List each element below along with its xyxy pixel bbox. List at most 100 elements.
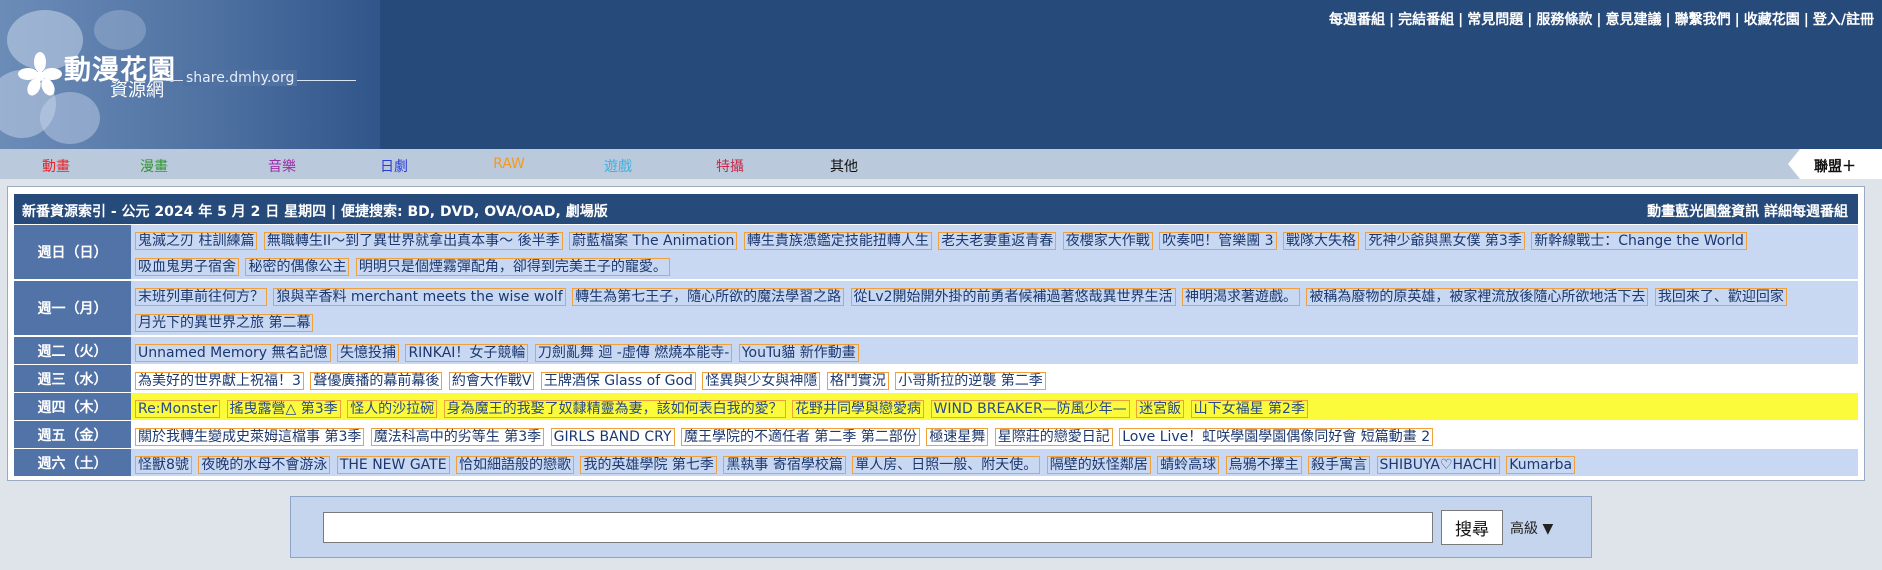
category-link[interactable]: RAW <box>459 156 559 172</box>
category-link[interactable]: 音樂 <box>232 156 332 176</box>
anime-link[interactable]: 隔壁的妖怪鄰居 <box>1046 456 1151 474</box>
union-button[interactable]: 聯盟＋ <box>1800 149 1882 179</box>
anime-link[interactable]: 失憶投捕 <box>337 344 399 362</box>
category-bar: 聯盟＋ 動畫 漫畫 音樂 日劇 RAW 遊戲 特攝 其他 <box>0 149 1882 179</box>
anime-link[interactable]: 身為魔王的我娶了奴隸精靈為妻，該如何表白我的愛？ <box>443 400 786 418</box>
site-header: 動漫花園 資源網 share.dmhy.org 每週番組 | 完結番組 | 常見問題 | 服… <box>0 0 1882 149</box>
anime-link[interactable]: 夜櫻家大作戰 <box>1062 232 1153 250</box>
anime-link[interactable]: 我的英雄學院 第七季 <box>580 456 717 474</box>
anime-link[interactable]: 轉生為第七王子，隨心所欲的魔法學習之路 <box>572 288 845 306</box>
advanced-search-toggle[interactable]: 高級 ▼ <box>1510 518 1553 538</box>
top-link[interactable]: 每週番組 <box>1329 12 1385 28</box>
anime-link[interactable]: 黑執事 寄宿學校篇 <box>723 456 846 474</box>
anime-link[interactable]: 恰如細語般的戀歌 <box>456 456 575 474</box>
schedule-header-right[interactable]: 動畫藍光圓盤資訊 詳細每週番組 <box>1647 201 1848 221</box>
day-label: 週三（水） <box>14 365 131 392</box>
anime-link[interactable]: 蔚藍檔案 The Animation <box>569 232 738 250</box>
day-items: 關於我轉生變成史萊姆這檔事 第3季 魔法科高中的劣等生 第3季 GIRLS BA… <box>135 424 1854 450</box>
top-link[interactable]: 收藏花園 <box>1744 12 1800 28</box>
schedule-header-left[interactable]: 新番資源索引 - 公元 2024 年 5 月 2 日 星期四 | 便捷搜索: B… <box>22 201 608 221</box>
anime-link[interactable]: 轉生貴族憑鑑定技能扭轉人生 <box>743 232 932 250</box>
anime-link[interactable]: 星際莊的戀愛日記 <box>994 428 1113 446</box>
category-link[interactable]: 其他 <box>794 156 894 176</box>
anime-link[interactable]: 被稱為廢物的原英雄，被家裡流放後隨心所欲地活下去 <box>1306 288 1649 306</box>
top-link[interactable]: 意見建議 <box>1606 12 1662 28</box>
top-link[interactable]: 常見問題 <box>1467 12 1523 28</box>
anime-link[interactable]: 單人房、日照一般、附天使。 <box>852 456 1041 474</box>
top-link[interactable]: 聯繫我們 <box>1675 12 1731 28</box>
anime-link[interactable]: Love Live！虹咲學園學園偶像同好會 短篇動畫 2 <box>1119 428 1434 446</box>
schedule-panel: 新番資源索引 - 公元 2024 年 5 月 2 日 星期四 | 便捷搜索: B… <box>7 186 1865 481</box>
anime-link[interactable]: 為美好的世界獻上祝福！3 <box>135 372 304 390</box>
anime-link[interactable]: 格鬥實況 <box>826 372 889 390</box>
logo-url: share.dmhy.org <box>183 70 298 86</box>
anime-link[interactable]: GIRLS BAND CRY <box>550 428 675 446</box>
anime-link[interactable]: 魔法科高中的劣等生 第3季 <box>370 428 545 446</box>
anime-link[interactable]: 迷宮飯 <box>1136 400 1185 418</box>
anime-link[interactable]: WIND BREAKER—防風少年— <box>930 400 1130 418</box>
category-link[interactable]: 特攝 <box>680 156 780 176</box>
anime-link[interactable]: 搖曳露營△ 第3季 <box>226 400 341 418</box>
anime-link[interactable]: 約會大作戰V <box>448 372 535 390</box>
day-items: 鬼滅之刃 柱訓練篇 無職轉生II～到了異世界就拿出真本事～ 後半季 蔚藍檔案 T… <box>135 228 1854 280</box>
anime-link[interactable]: 新幹線戰士：Change the World <box>1531 232 1747 250</box>
anime-link[interactable]: 吸血鬼男子宿舍 <box>135 258 239 276</box>
anime-link[interactable]: 魔王學院的不適任者 第二季 第二部份 <box>680 428 920 446</box>
anime-link[interactable]: Re:Monster <box>135 400 221 418</box>
anime-link[interactable]: 怪人的沙拉碗 <box>347 400 438 418</box>
anime-link[interactable]: 山下女福星 第2季 <box>1190 400 1308 418</box>
union-tab-arrow <box>1788 149 1800 179</box>
anime-link[interactable]: SHIBUYA♡HACHI <box>1376 456 1500 474</box>
anime-link[interactable]: 怪異與少女與神隱 <box>702 372 821 390</box>
anime-link[interactable]: 無職轉生II～到了異世界就拿出真本事～ 後半季 <box>263 232 563 250</box>
anime-link[interactable]: Unnamed Memory 無名記憶 <box>135 344 331 362</box>
day-label: 週一（月） <box>14 281 131 335</box>
category-link[interactable]: 日劇 <box>344 156 444 176</box>
anime-link[interactable]: 我回來了、歡迎回家 <box>1654 288 1787 306</box>
anime-link[interactable]: 花野井同學與戀愛病 <box>792 400 925 418</box>
anime-link[interactable]: Kumarba <box>1506 456 1576 474</box>
anime-link[interactable]: 月光下的異世界之旅 第二幕 <box>135 314 314 332</box>
day-items: 末班列車前往何方？ 狼與辛香料 merchant meets the wise … <box>135 284 1854 336</box>
anime-link[interactable]: RINKAI！女子競輪 <box>405 344 529 362</box>
anime-link[interactable]: 狼與辛香料 merchant meets the wise wolf <box>273 288 566 306</box>
anime-link[interactable]: 秘密的偶像公主 <box>245 258 350 276</box>
day-row: 週二（火） Unnamed Memory 無名記憶 失憶投捕 RINKAI！女子競… <box>14 337 1858 364</box>
anime-link[interactable]: 怪獸8號 <box>135 456 192 474</box>
anime-link[interactable]: 戰隊大失格 <box>1283 232 1360 250</box>
top-link[interactable]: 完結番組 <box>1398 12 1454 28</box>
top-link[interactable]: 服務條款 <box>1536 12 1592 28</box>
top-link-separator: | <box>1665 12 1671 28</box>
category-link[interactable]: 漫畫 <box>104 156 204 176</box>
category-link[interactable]: 遊戲 <box>568 156 668 176</box>
anime-link[interactable]: 吹奏吧！管樂團 3 <box>1159 232 1277 250</box>
anime-link[interactable]: THE NEW GATE <box>336 456 450 474</box>
anime-link[interactable]: 從Lv2開始開外掛的前勇者候補過著悠哉異世界生活 <box>850 288 1176 306</box>
anime-link[interactable]: 夜晚的水母不會游泳 <box>198 456 331 474</box>
search-input[interactable] <box>323 512 1433 543</box>
anime-link[interactable]: 關於我轉生變成史萊姆這檔事 第3季 <box>135 428 365 446</box>
anime-link[interactable]: 極速星舞 <box>926 428 989 446</box>
anime-link[interactable]: 刀劍亂舞 迴 -虛傳 燃燒本能寺- <box>534 344 733 362</box>
search-button[interactable]: 搜尋 <box>1441 510 1503 545</box>
anime-link[interactable]: 鬼滅之刃 柱訓練篇 <box>135 232 258 250</box>
anime-link[interactable]: 明明只是個煙霧彈配角，卻得到完美王子的寵愛。 <box>355 258 670 276</box>
day-items: 怪獸8號 夜晚的水母不會游泳 THE NEW GATE 恰如細語般的戀歌 我的英… <box>135 452 1854 478</box>
day-row: 週三（水） 為美好的世界獻上祝福！3 聲優廣播的幕前幕後 約會大作戰V 王牌酒保 … <box>14 365 1858 392</box>
anime-link[interactable]: 王牌酒保 Glass of God <box>540 372 696 390</box>
anime-link[interactable]: YouTu貓 新作動畫 <box>738 344 859 362</box>
anime-link[interactable]: 小哥斯拉的逆襲 第二季 <box>895 372 1046 390</box>
anime-link[interactable]: 聲優廣播的幕前幕後 <box>310 372 443 390</box>
anime-link[interactable]: 神明渴求著遊戲。 <box>1181 288 1300 306</box>
anime-link[interactable]: 烏鴉不擇主 <box>1225 456 1302 474</box>
anime-link[interactable]: 蜻蛉高球 <box>1157 456 1220 474</box>
anime-link[interactable]: 末班列車前往何方？ <box>135 288 267 306</box>
day-row: 週五（金） 關於我轉生變成史萊姆這檔事 第3季 魔法科高中的劣等生 第3季 GIR… <box>14 421 1858 448</box>
anime-link[interactable]: 老夫老妻重返青春 <box>938 232 1057 250</box>
anime-link[interactable]: 死神少爺與黑女僕 第3季 <box>1365 232 1525 250</box>
site-logo[interactable]: 動漫花園 資源網 share.dmhy.org <box>0 0 380 149</box>
day-items: Re:Monster 搖曳露營△ 第3季 怪人的沙拉碗 身為魔王的我娶了奴隸精靈… <box>135 396 1854 422</box>
top-link[interactable]: 登入/註冊 <box>1813 12 1874 28</box>
anime-link[interactable]: 殺手寓言 <box>1308 456 1371 474</box>
category-link[interactable]: 動畫 <box>6 156 106 176</box>
